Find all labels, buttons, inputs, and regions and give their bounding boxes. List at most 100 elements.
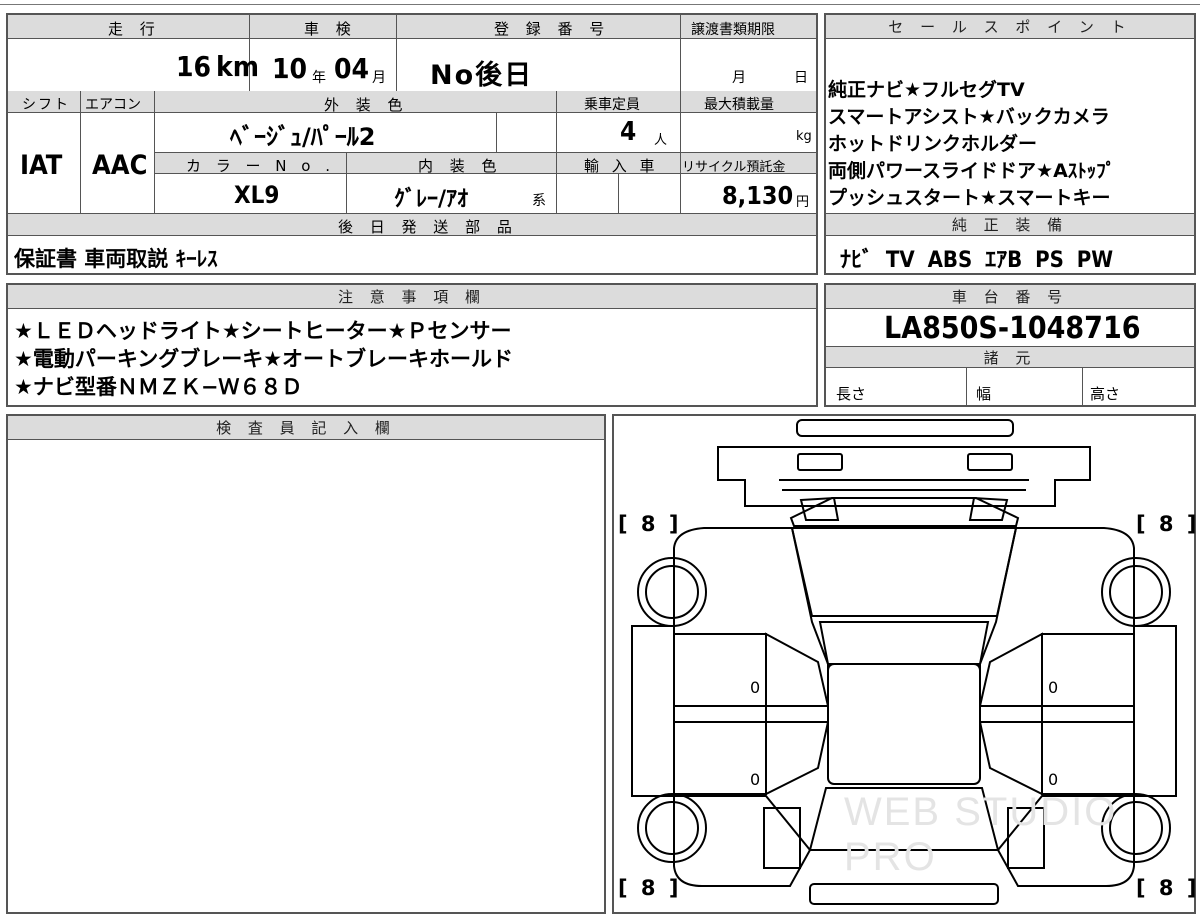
divider [966,368,967,405]
registration-header: 登 録 番 号 [494,20,611,38]
wheel-rear-left [637,793,707,863]
mirror-right [968,496,1009,521]
sales-points-panel: セ ー ル ス ポ イ ン ト 純正ナビ★フルセグTV スマートアシスト★バック… [824,13,1196,275]
spec-width-label: 幅 [976,385,992,403]
divider [680,15,681,91]
recycle-header: リサイクル預託金 [682,160,786,175]
fender-right [1133,625,1177,797]
inspector-header: 検 査 員 記 入 欄 [8,416,604,440]
roof-front [818,621,990,665]
spec-height-label: 高さ [1090,385,1121,403]
hood-panel [789,497,1020,527]
fender-left [631,625,675,797]
headlight-left [797,453,843,471]
divider [346,152,347,213]
later-parts-header: 後 日 発 送 部 品 [338,218,518,236]
spec-length-label: 長さ [836,385,867,403]
wheel-front-left [637,557,707,627]
mileage-header: 走 行 [108,20,161,38]
registration-value: No後日 [430,60,534,91]
divider [556,91,557,213]
wheel-front-left-inner [645,565,699,619]
interior-color-value: ｸﾞﾚｰ/ｱｵ [394,187,469,212]
capacity-unit: 人 [654,133,668,148]
tire-depth-front-right: [ 8 ] [1136,512,1200,536]
inspection-month-unit: 月 [372,70,386,86]
top-strip-line [0,4,1200,5]
roof [827,663,981,785]
grille-lines [779,479,1029,491]
capacity-header: 乗車定員 [584,97,640,113]
interior-color-suffix: 系 [532,193,546,209]
transfer-deadline-header: 譲渡書類期限 [691,22,775,38]
divider [618,174,619,213]
chassis-header: 車 台 番 号 [826,285,1194,309]
sales-point-line: プッシュスタート★スマートキー [828,187,1111,209]
aircon-header: エアコン [85,97,141,113]
windshield [790,527,1018,617]
inspection-month: 04 [334,52,370,85]
watermark: WEB STUDIO PRO [844,790,1118,879]
notes-line: ★ＬＥＤヘッドライト★シートヒーター★Ｐセンサー [14,319,512,343]
wheel-front-right-inner [1109,565,1163,619]
sales-point-line: スマートアシスト★バックカメラ [828,106,1110,128]
door-rear-left-mark: 0 [750,770,761,789]
interior-color-header: 内 装 色 [418,157,503,175]
sill-left [673,705,829,723]
capacity-value: 4 [620,117,637,147]
sales-points-header: セ ー ル ス ポ イ ン ト [826,15,1194,39]
exterior-color-header: 外 装 色 [324,96,409,114]
sill-right [979,705,1135,723]
headlight-right [967,453,1013,471]
transfer-day-unit: 日 [794,70,808,86]
divider [80,91,81,213]
specs-header: 諸 元 [826,346,1194,368]
divider [154,91,155,213]
later-parts-value: 保証書 車両取説 ｷｰﾚｽ [14,247,218,271]
shift-header: シフト [22,97,70,113]
mileage-unit: km [216,50,259,83]
max-load-header: 最大積載量 [704,97,774,113]
pillar-right [979,632,1043,796]
door-front-right-mark: 0 [1048,678,1059,697]
inspection-year: 10 [272,52,308,85]
divider [680,91,681,213]
aircon-value: AAC [92,150,148,181]
tire-depth-front-left: [ 8 ] [618,512,682,536]
inspector-panel: 検 査 員 記 入 欄 [6,414,606,914]
recycle-value: 8,130 [722,181,794,210]
exterior-color-value: ﾍﾞｰｼﾞｭ/ﾊﾟｰﾙ2 [230,123,376,151]
mileage-value: 16 [176,50,212,83]
divider [496,113,497,152]
sales-point-line: 純正ナビ★フルセグTV [828,79,1025,101]
tire-depth-rear-right: [ 8 ] [1136,876,1200,900]
factory-equipment-value: ﾅﾋﾞ TV ABS ｴｱB PS PW [840,248,1114,273]
factory-equipment-header: 純 正 装 備 [826,213,1194,236]
front-bumper [796,419,1014,437]
notes-line: ★電動パーキングブレーキ★オートブレーキホールド [14,347,514,371]
notes-line: ★ナビ型番ＮＭＺＫ−Ｗ６８Ｄ [14,375,303,399]
rear-bumper [809,883,999,905]
inspection-year-unit: 年 [312,70,326,86]
inspection-header: 車 検 [304,20,357,38]
notes-header: 注 意 事 項 欄 [8,285,816,309]
max-load-unit: kg [796,129,812,144]
mirror-left [799,496,840,521]
divider [1082,368,1083,405]
color-no-header: カ ラ ー N o . [186,157,336,175]
wheel-rear-left-inner [645,801,699,855]
notes-panel: 注 意 事 項 欄 ★ＬＥＤヘッドライト★シートヒーター★Ｐセンサー ★電動パー… [6,283,818,407]
sales-point-line: 両側パワースライドドア★Aｽﾄｯﾌﾟ [828,160,1116,182]
door-front-left-mark: 0 [750,678,761,697]
shift-value: IAT [20,150,63,181]
tire-depth-rear-left: [ 8 ] [618,876,682,900]
chassis-number: LA850S-1048716 [884,311,1141,346]
door-rear-right-mark: 0 [1048,770,1059,789]
transfer-month-unit: 月 [732,70,746,86]
vehicle-info-table: 走 行 車 検 登 録 番 号 譲渡書類期限 シフト エアコン 外 装 色 乗車… [6,13,818,275]
color-no-value: XL9 [234,181,280,209]
import-header: 輸 入 車 [584,157,659,175]
wheel-front-right [1101,557,1171,627]
recycle-unit: 円 [796,195,810,210]
sales-point-line: ホットドリンクホルダー [828,133,1038,155]
